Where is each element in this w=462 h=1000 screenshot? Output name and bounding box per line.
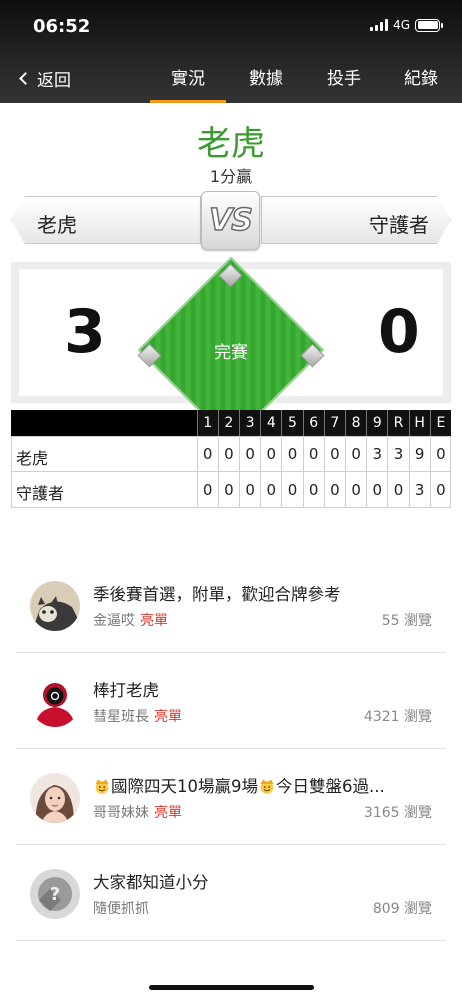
network-label: 4G xyxy=(393,18,410,32)
linescore-cell: 0 xyxy=(217,472,239,507)
home-indicator[interactable] xyxy=(149,985,314,990)
game-status: 完賽 xyxy=(214,343,248,363)
inning-header: 7 xyxy=(323,410,345,436)
linescore-row-home: 守護者 0 0 0 0 0 0 0 0 0 0 3 0 xyxy=(11,472,451,508)
post-badge: 亮單 xyxy=(140,613,168,629)
svg-text:?: ? xyxy=(50,884,60,905)
post-badge: 亮單 xyxy=(154,709,182,725)
post-author-name: 彗星班長 xyxy=(93,709,149,725)
linescore-cell: 0 xyxy=(260,437,281,471)
post-title[interactable]: 棒打老虎 xyxy=(93,677,438,701)
post-item[interactable]: 季後賽首選，附單，歡迎合牌參考 金逼哎 亮單 55 瀏覽 xyxy=(16,557,446,653)
status-time: 06:52 xyxy=(33,16,91,37)
linescore-cell: 3 xyxy=(387,437,408,471)
post-views: 55 瀏覽 xyxy=(381,613,432,629)
linescore-cell: 0 xyxy=(323,472,345,507)
tab-stats[interactable]: 數據 xyxy=(249,64,283,103)
chevron-left-icon xyxy=(19,72,32,85)
post-views: 4321 瀏覽 xyxy=(363,709,432,725)
inning-header: 1 xyxy=(196,410,218,436)
post-author: 金逼哎 亮單 xyxy=(93,610,168,630)
post-title[interactable]: 季後賽首選，附單，歡迎合牌參考 xyxy=(93,581,438,605)
inning-header: 9 xyxy=(366,410,388,436)
linescore-cell: 0 xyxy=(217,437,239,471)
linescore-row-away: 老虎 0 0 0 0 0 0 0 0 3 3 9 0 xyxy=(11,436,451,472)
home-score: 0 xyxy=(378,297,420,367)
runs-header: R xyxy=(387,410,409,436)
post-item[interactable]: 國際四天10場贏9場 今日雙盤6過... 哥哥妹妹 亮單 3165 瀏覽 xyxy=(16,749,446,845)
post-title-text: 國際四天10場贏9場 xyxy=(111,777,258,796)
linescore-team: 守護者 xyxy=(16,484,65,503)
post-author-name: 金逼哎 xyxy=(93,613,135,629)
vs-badge: VS xyxy=(201,191,260,250)
back-label: 返回 xyxy=(37,71,71,91)
linescore-cell: 0 xyxy=(260,472,281,507)
hits-header: H xyxy=(408,410,430,436)
crown-face-icon xyxy=(260,779,274,794)
linescore-header: 1 2 3 4 5 6 7 8 9 R H E xyxy=(11,410,451,436)
post-title[interactable]: 國際四天10場贏9場 今日雙盤6過... xyxy=(93,773,438,797)
avatar-woman[interactable] xyxy=(30,773,80,823)
inning-header: 8 xyxy=(345,410,367,436)
vs-label: VS xyxy=(208,202,253,239)
inning-header: 6 xyxy=(302,410,324,436)
linescore-cell: 0 xyxy=(323,437,345,471)
post-author-name: 哥哥妹妹 xyxy=(93,805,149,821)
post-views: 809 瀏覽 xyxy=(372,901,432,917)
top-bar: 06:52 4G 返回 實況 數據 投手 紀錄 xyxy=(0,0,462,103)
linescore-team: 老虎 xyxy=(16,449,49,468)
battery-icon xyxy=(415,18,443,32)
away-team-banner: 老虎 xyxy=(11,196,201,244)
away-score: 3 xyxy=(64,297,106,367)
linescore-cell: 0 xyxy=(281,437,302,471)
post-author: 隨便抓抓 xyxy=(93,898,149,918)
linescore-cell: 0 xyxy=(366,472,387,507)
inning-header: 5 xyxy=(281,410,303,436)
home-team-banner: 守護者 xyxy=(261,196,451,244)
post-author: 彗星班長 亮單 xyxy=(93,706,182,726)
signal-icon xyxy=(370,19,389,31)
post-badge: 亮單 xyxy=(154,805,182,821)
avatar-default[interactable]: ? xyxy=(30,869,80,919)
post-views: 3165 瀏覽 xyxy=(363,805,432,821)
tab-records[interactable]: 紀錄 xyxy=(404,64,438,103)
linescore-cell: 0 xyxy=(387,472,408,507)
away-team-name: 老虎 xyxy=(37,213,77,237)
linescore-cell: 0 xyxy=(345,472,366,507)
linescore-cell: 0 xyxy=(239,437,260,471)
avatar-cat[interactable] xyxy=(30,581,80,631)
tab-pitchers[interactable]: 投手 xyxy=(327,64,361,103)
tab-live[interactable]: 實況 xyxy=(150,64,226,103)
linescore-cell: 0 xyxy=(345,437,366,471)
post-author-name: 隨便抓抓 xyxy=(93,901,149,917)
linescore-cell: 0 xyxy=(196,472,218,507)
winner-title: 老虎 xyxy=(197,124,265,164)
linescore-cell: 0 xyxy=(239,472,260,507)
back-button[interactable]: 返回 xyxy=(14,66,71,91)
home-team-name: 守護者 xyxy=(369,213,429,237)
linescore-cell: 0 xyxy=(429,472,451,507)
inning-header: 3 xyxy=(239,410,261,436)
post-item[interactable]: 棒打老虎 彗星班長 亮單 4321 瀏覽 xyxy=(16,653,446,749)
post-item[interactable]: ? 大家都知道小分 隨便抓抓 809 瀏覽 xyxy=(16,845,446,941)
status-icons: 4G xyxy=(370,18,443,32)
linescore-cell: 3 xyxy=(408,472,430,507)
post-title[interactable]: 大家都知道小分 xyxy=(93,869,438,893)
win-margin: 1分贏 xyxy=(209,167,253,186)
inning-header: 4 xyxy=(260,410,282,436)
linescore-cell: 0 xyxy=(196,437,218,471)
post-author: 哥哥妹妹 亮單 xyxy=(93,802,182,822)
linescore-cell: 3 xyxy=(366,437,387,471)
linescore-table: 1 2 3 4 5 6 7 8 9 R H E 老虎 0 0 0 0 0 0 0… xyxy=(11,410,451,508)
post-title-text: 今日雙盤6過... xyxy=(276,777,385,796)
linescore-cell: 9 xyxy=(408,437,430,471)
inning-header: 2 xyxy=(217,410,239,436)
linescore-cell: 0 xyxy=(302,437,324,471)
crown-face-icon xyxy=(95,779,109,794)
avatar-person-red[interactable] xyxy=(30,677,80,727)
linescore-cell: 0 xyxy=(302,472,324,507)
linescore-cell: 0 xyxy=(429,437,451,471)
errors-header: E xyxy=(429,410,451,436)
linescore-cell: 0 xyxy=(281,472,302,507)
